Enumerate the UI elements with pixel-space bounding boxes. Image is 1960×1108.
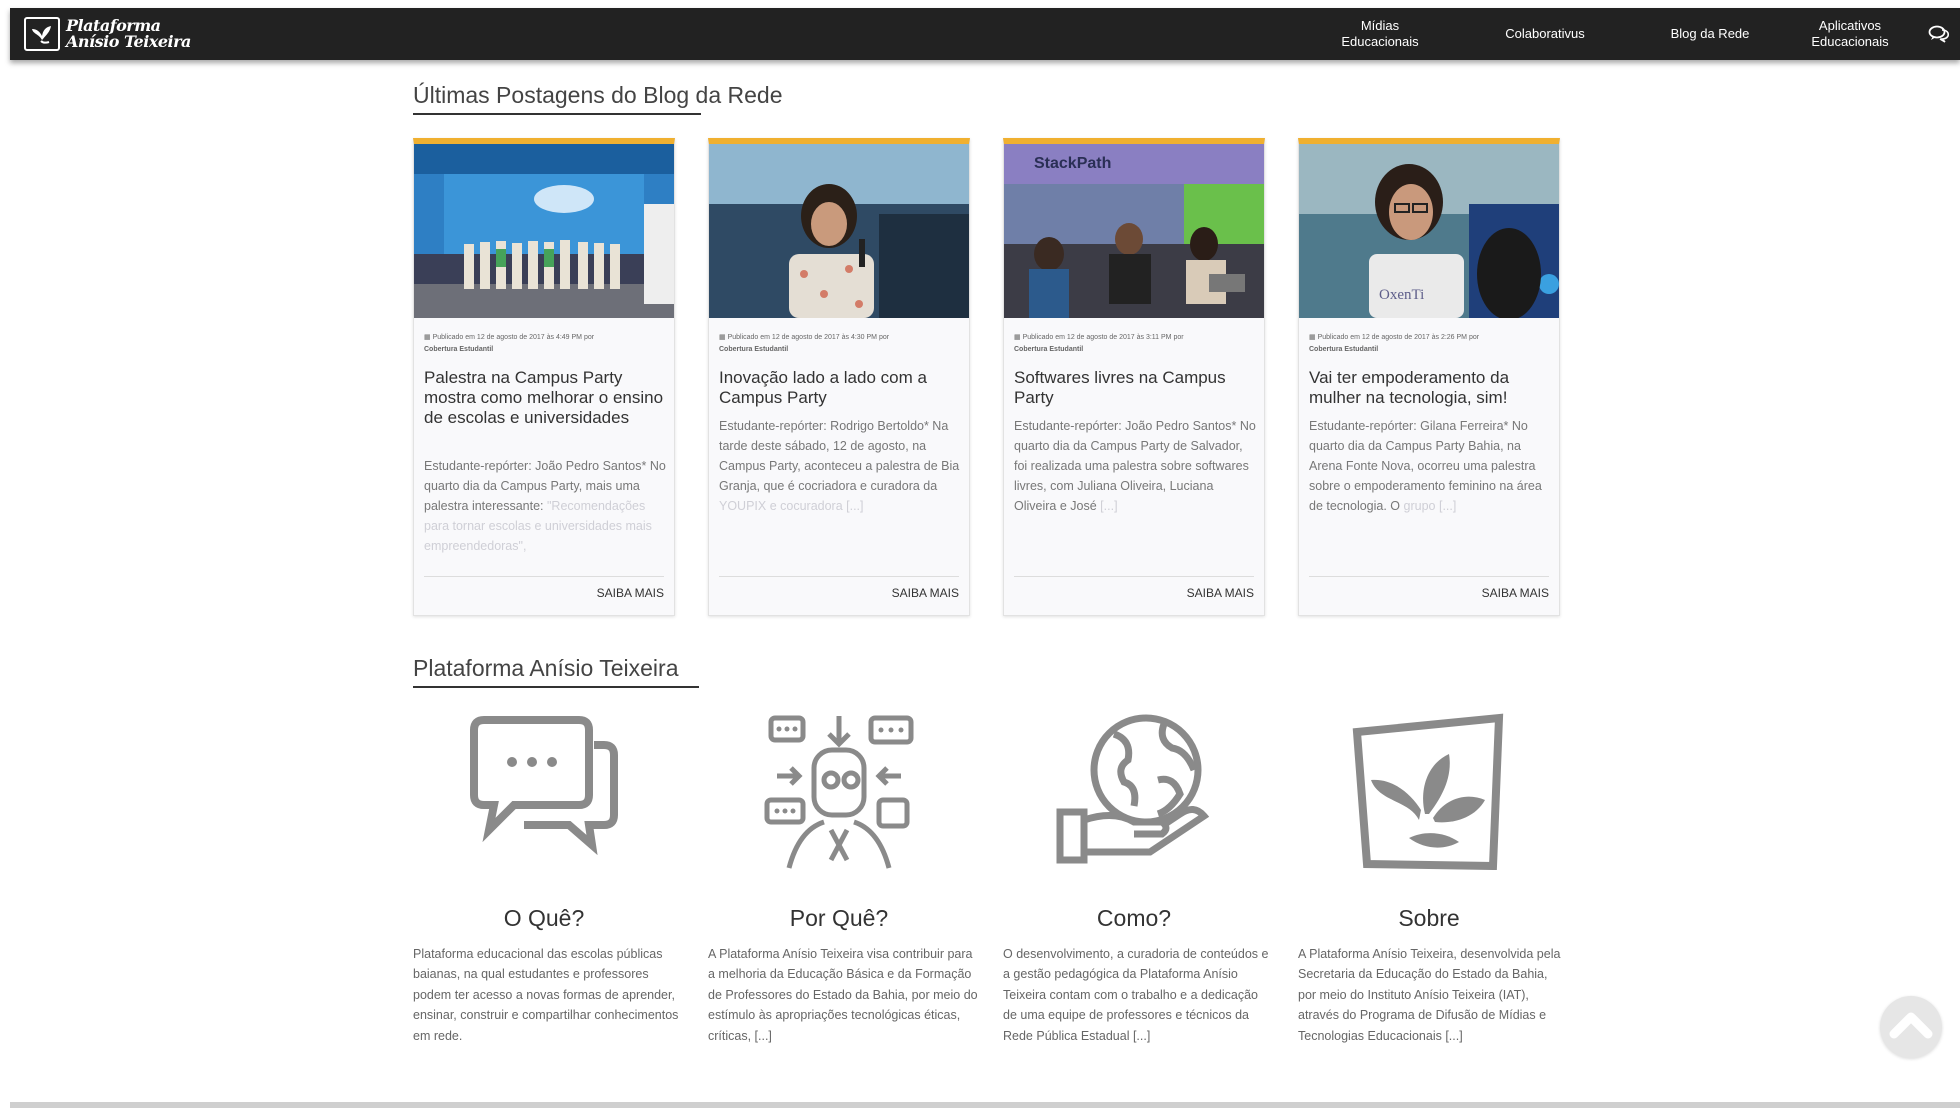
read-more-link[interactable]: SAIBA MAIS [1482, 586, 1549, 600]
post-excerpt: Estudante-repórter: Rodrigo Bertoldo* Na… [719, 416, 961, 516]
read-more-link[interactable]: SAIBA MAIS [597, 586, 664, 600]
post-category[interactable]: Cobertura Estudantil [424, 346, 493, 353]
blog-post-card[interactable]: ▦ Publicado em 12 de agosto de 2017 às 4… [413, 138, 675, 616]
title-underline [413, 686, 699, 688]
post-image[interactable]: StackPath [1004, 144, 1264, 318]
post-category[interactable]: Cobertura Estudantil [719, 346, 788, 353]
svg-text:OxenTi: OxenTi [1379, 287, 1424, 303]
card-divider [424, 576, 664, 577]
nav-label: Educacionais [1341, 34, 1419, 49]
card-divider [1014, 576, 1254, 577]
nav-label: Colaborativus [1505, 26, 1585, 41]
read-more-link[interactable]: SAIBA MAIS [892, 586, 959, 600]
nav-label: Educacionais [1811, 34, 1889, 49]
read-more-link[interactable]: SAIBA MAIS [1187, 586, 1254, 600]
excerpt-fade-text: [...] [1100, 499, 1118, 513]
feature-heading: Por Quê? [789, 905, 889, 931]
nav-aplicativos-educacionais[interactable]: Aplicativos Educacionais [1790, 8, 1910, 60]
post-image[interactable] [414, 144, 674, 318]
post-date: Publicado em 12 de agosto de 2017 às 4:3… [727, 334, 890, 341]
calendar-icon: ▦ [424, 334, 431, 341]
footer-edge [10, 1102, 1960, 1108]
feature-heading: Como? [1096, 905, 1172, 931]
post-title[interactable]: Vai ter empoderamento da mulher na tecno… [1309, 368, 1549, 408]
blog-post-card[interactable]: ▦ Publicado em 12 de agosto de 2017 às 4… [708, 138, 970, 616]
feature-text: A Plataforma Anísio Teixeira, desenvolvi… [1298, 947, 1561, 1043]
post-date: Publicado em 12 de agosto de 2017 às 3:1… [1022, 334, 1184, 341]
feature-text: Plataforma educacional das escolas públi… [413, 947, 679, 1043]
post-date: Publicado em 12 de agosto de 2017 às 4:4… [432, 334, 595, 341]
feature-text: O desenvolvimento, a curadoria de conteú… [1003, 947, 1269, 1043]
blog-section-title: Últimas Postagens do Blog da Rede [413, 82, 783, 115]
post-date: Publicado em 12 de agosto de 2017 às 2:2… [1317, 334, 1480, 341]
excerpt-text: Estudante-repórter: João Pedro Santos* N… [1014, 419, 1256, 513]
feature-heading: O Quê? [503, 905, 585, 931]
chat-bubbles-icon [464, 710, 624, 864]
scroll-to-top-button[interactable] [1880, 996, 1942, 1058]
post-excerpt: Estudante-repórter: João Pedro Santos* N… [424, 456, 666, 556]
top-navbar: Plataforma Anísio Teixeira Mídias Educaci… [10, 8, 1960, 60]
card-divider [719, 576, 959, 577]
section-title-text: Plataforma Anísio Teixeira [413, 655, 679, 681]
svg-text:StackPath: StackPath [1034, 155, 1111, 172]
post-title[interactable]: Palestra na Campus Party mostra como mel… [424, 368, 664, 428]
nav-label: Mídias [1360, 18, 1400, 33]
post-category[interactable]: Cobertura Estudantil [1309, 346, 1378, 353]
nav-blog-da-rede[interactable]: Blog da Rede [1650, 8, 1770, 60]
site-logo[interactable]: Plataforma Anísio Teixeira [24, 17, 191, 51]
robot-communication-icon [759, 710, 919, 874]
post-category[interactable]: Cobertura Estudantil [1014, 346, 1083, 353]
chevron-up-icon [1889, 1012, 1933, 1039]
card-divider [1309, 576, 1549, 577]
post-excerpt: Estudante-repórter: João Pedro Santos* N… [1014, 416, 1256, 516]
calendar-icon: ▦ [1309, 334, 1316, 341]
excerpt-text: Estudante-repórter: Rodrigo Bertoldo* Na… [719, 419, 960, 493]
platform-section-title: Plataforma Anísio Teixeira [413, 655, 699, 688]
calendar-icon: ▦ [1014, 334, 1021, 341]
nav-label: Aplicativos [1818, 18, 1882, 33]
logo-line-2: Anísio Teixeira [66, 32, 191, 51]
feature-text: A Plataforma Anísio Teixeira visa contri… [708, 947, 978, 1043]
plant-logo-icon [24, 17, 60, 51]
plant-logo-icon [1349, 710, 1509, 874]
blog-post-card[interactable]: OxenTi ▦ Publicado em 12 de agosto de 20… [1298, 138, 1560, 616]
post-title[interactable]: Inovação lado a lado com a Campus Party [719, 368, 959, 408]
feature-heading: Sobre [1398, 905, 1460, 931]
blog-post-card[interactable]: StackPath ▦ Publicado em 12 de agosto de… [1003, 138, 1265, 616]
post-image[interactable]: OxenTi [1299, 144, 1559, 318]
post-image[interactable] [709, 144, 969, 318]
post-excerpt: Estudante-repórter: Gilana Ferreira* No … [1309, 416, 1551, 516]
hand-globe-icon [1054, 710, 1214, 874]
post-title[interactable]: Softwares livres na Campus Party [1014, 368, 1254, 408]
nav-midias-educacionais[interactable]: Mídias Educacionais [1320, 8, 1440, 60]
nav-colaborativus[interactable]: Colaborativus [1480, 8, 1610, 60]
nav-label: Blog da Rede [1670, 26, 1750, 41]
title-underline [413, 113, 701, 115]
excerpt-fade-text: grupo [...] [1403, 499, 1457, 513]
section-title-text: Últimas Postagens do Blog da Rede [413, 82, 783, 108]
excerpt-fade-text: YOUPIX e cocuradora [...] [719, 499, 864, 513]
calendar-icon: ▦ [719, 334, 726, 341]
chat-bubbles-icon[interactable] [1928, 24, 1950, 44]
